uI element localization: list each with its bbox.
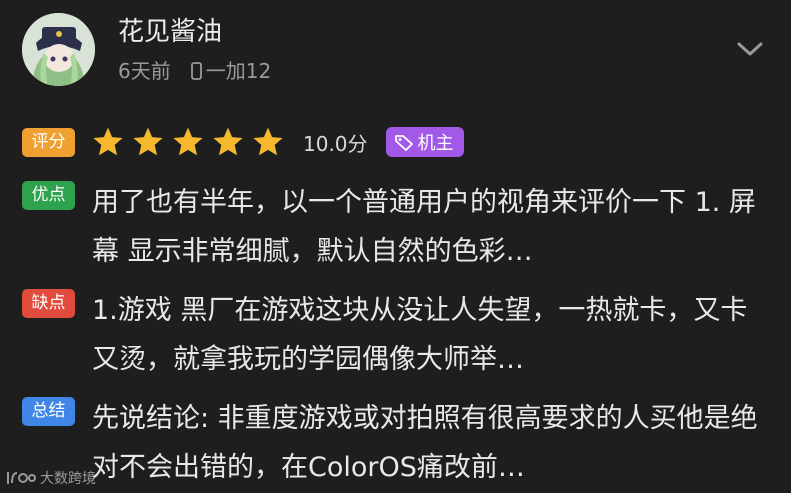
cons-text: 1.游戏 黑厂在游戏这块从没让人失望，一热就卡，又卡又烫，就拿我玩的学园偶像大师… <box>92 295 748 375</box>
post-time: 6天前 <box>118 59 171 83</box>
chevron-down-icon <box>737 42 763 56</box>
summary-tag: 总结 <box>22 397 75 426</box>
rating-row: 评分 10.0分 机主 <box>22 126 464 158</box>
star-icon <box>253 127 283 156</box>
cons-tag: 缺点 <box>22 289 75 318</box>
cons-section[interactable]: 缺点 1.游戏 黑厂在游戏这块从没让人失望，一热就卡，又卡又烫，就拿我玩的学园偶… <box>22 286 768 384</box>
owner-badge: 机主 <box>385 127 464 157</box>
watermark-text: 大数跨境 <box>40 471 96 487</box>
rating-tag: 评分 <box>22 127 75 157</box>
device-info: 一加12 <box>190 58 272 84</box>
watermark-logo-icon <box>7 472 36 484</box>
avatar-image <box>22 13 95 86</box>
expand-button[interactable] <box>735 34 765 64</box>
summary-section[interactable]: 总结 先说结论: 非重度游戏或对拍照有很高要求的人买他是绝对不会出错的，在Col… <box>22 394 768 492</box>
pros-text: 用了也有半年，以一个普通用户的视角来评价一下 1. 屏幕 显示非常细腻，默认自然… <box>92 187 756 267</box>
tag-icon <box>394 135 413 151</box>
rating-score: 10.0分 <box>303 131 368 156</box>
star-icon <box>133 127 163 156</box>
pros-section[interactable]: 优点 用了也有半年，以一个普通用户的视角来评价一下 1. 屏幕 显示非常细腻，默… <box>22 178 768 276</box>
star-icon <box>213 127 243 156</box>
star-icon <box>93 127 123 156</box>
rating-stars <box>91 125 291 159</box>
username[interactable]: 花见酱油 <box>118 15 222 49</box>
review-card: 花见酱油 6天前 一加12 评分 10.0分 机主 优点 用了也有半年，以一个普… <box>0 0 791 493</box>
star-icon <box>173 127 203 156</box>
summary-text: 先说结论: 非重度游戏或对拍照有很高要求的人买他是绝对不会出错的，在ColorO… <box>92 403 758 483</box>
pros-tag: 优点 <box>22 181 75 210</box>
owner-badge-label: 机主 <box>417 133 454 154</box>
avatar[interactable] <box>22 13 95 86</box>
device-name: 一加12 <box>205 59 272 83</box>
review-meta: 6天前 一加12 <box>118 58 271 84</box>
phone-icon <box>190 62 202 80</box>
watermark: 大数跨境 <box>6 468 96 488</box>
